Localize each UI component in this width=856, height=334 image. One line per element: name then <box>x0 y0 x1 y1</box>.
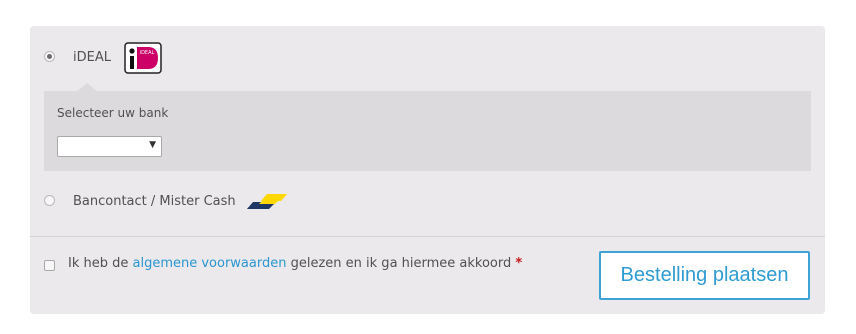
payment-panel: iDEAL iDEAL Selecteer uw bank ▼ Banconta… <box>30 26 825 314</box>
ideal-radio[interactable] <box>44 51 55 62</box>
bancontact-radio[interactable] <box>44 195 55 206</box>
chevron-down-icon: ▼ <box>149 140 156 150</box>
bank-select-label: Selecteer uw bank <box>57 106 169 120</box>
divider <box>30 236 825 237</box>
terms-link[interactable]: algemene voorwaarden <box>133 256 287 271</box>
bancontact-logo-icon <box>247 194 287 209</box>
terms-checkbox[interactable] <box>44 260 55 271</box>
ideal-logo-text: iDEAL <box>140 50 155 56</box>
bank-select-dropdown[interactable]: ▼ <box>57 136 162 157</box>
terms-prefix: Ik heb de <box>68 256 133 271</box>
required-mark: * <box>515 256 523 271</box>
terms-suffix: gelezen en ik ga hiermee akkoord <box>286 256 516 271</box>
bancontact-label[interactable]: Bancontact / Mister Cash <box>73 194 236 209</box>
terms-text: Ik heb de algemene voorwaarden gelezen e… <box>68 256 522 271</box>
place-order-button[interactable]: Bestelling plaatsen <box>599 251 810 300</box>
ideal-label[interactable]: iDEAL <box>73 50 111 65</box>
ideal-logo-icon: iDEAL <box>124 42 162 74</box>
bank-selection-box: Selecteer uw bank ▼ <box>44 91 811 171</box>
